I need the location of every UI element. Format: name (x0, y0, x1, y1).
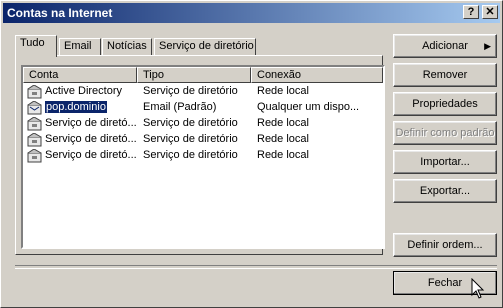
directory-icon (27, 133, 42, 147)
add-button-label: Adicionar (422, 40, 468, 52)
account-name: Active Directory (45, 85, 123, 97)
window-title: Contas na Internet (7, 6, 113, 20)
account-type: Serviço de diretório (143, 149, 238, 161)
account-name: pop.dominio (45, 101, 107, 113)
title-bar[interactable]: Contas na Internet ? ✕ (3, 3, 500, 23)
set-order-button[interactable]: Definir ordem... (393, 233, 497, 257)
set-default-button[interactable]: Definir como padrão (393, 121, 497, 145)
list-item[interactable]: Serviço de diretó... Serviço de diretóri… (23, 148, 383, 164)
tab-email[interactable]: Email (59, 38, 101, 56)
account-type: Serviço de diretório (143, 133, 238, 145)
directory-icon (27, 85, 42, 99)
accounts-list[interactable]: Conta Tipo Conexão Active Directory Serv… (21, 65, 385, 249)
add-button[interactable]: Adicionar ▶ (393, 34, 497, 58)
properties-button[interactable]: Propriedades (393, 92, 497, 116)
list-item[interactable]: Active Directory Serviço de diretório Re… (23, 84, 383, 100)
close-button[interactable]: ✕ (482, 5, 498, 19)
selected-account-name: pop.dominio (45, 101, 107, 113)
help-button[interactable]: ? (463, 5, 479, 19)
export-button[interactable]: Exportar... (393, 179, 497, 203)
list-item[interactable]: Serviço de diretó... Serviço de diretóri… (23, 116, 383, 132)
tab-label: Serviço de diretório (159, 40, 254, 52)
directory-icon (27, 149, 42, 163)
directory-icon (27, 117, 42, 131)
separator (15, 265, 497, 269)
tab-tudo[interactable]: Tudo (15, 35, 57, 57)
tab-noticias[interactable]: Notícias (102, 38, 152, 56)
tab-label: Notícias (107, 40, 147, 52)
list-item[interactable]: Serviço de diretó... Serviço de diretóri… (23, 132, 383, 148)
tab-label: Tudo (20, 37, 45, 49)
account-name: Serviço de diretó... (45, 133, 137, 145)
mail-icon (27, 101, 42, 115)
account-type: Serviço de diretório (143, 85, 238, 97)
mouse-cursor-icon (471, 278, 485, 299)
tab-label: Email (64, 40, 92, 52)
dialog-window: Contas na Internet ? ✕ Tudo Email Notíci… (0, 0, 503, 308)
remove-button[interactable]: Remover (393, 63, 497, 87)
account-type: Email (Padrão) (143, 101, 217, 113)
account-type: Serviço de diretório (143, 117, 238, 129)
submenu-arrow-icon: ▶ (484, 41, 491, 51)
account-connection: Rede local (257, 85, 309, 97)
account-connection: Rede local (257, 149, 309, 161)
column-header-tipo[interactable]: Tipo (137, 67, 251, 83)
column-header-conexao[interactable]: Conexão (251, 67, 383, 83)
account-connection: Rede local (257, 117, 309, 129)
import-button[interactable]: Importar... (393, 150, 497, 174)
column-header-conta[interactable]: Conta (23, 67, 137, 83)
list-item[interactable]: pop.dominio Email (Padrão) Qualquer um d… (23, 100, 383, 116)
account-name: Serviço de diretó... (45, 149, 137, 161)
account-name: Serviço de diretó... (45, 117, 137, 129)
tab-servico-diretorio[interactable]: Serviço de diretório (154, 38, 256, 56)
account-connection: Qualquer um dispo... (257, 101, 360, 113)
account-connection: Rede local (257, 133, 309, 145)
